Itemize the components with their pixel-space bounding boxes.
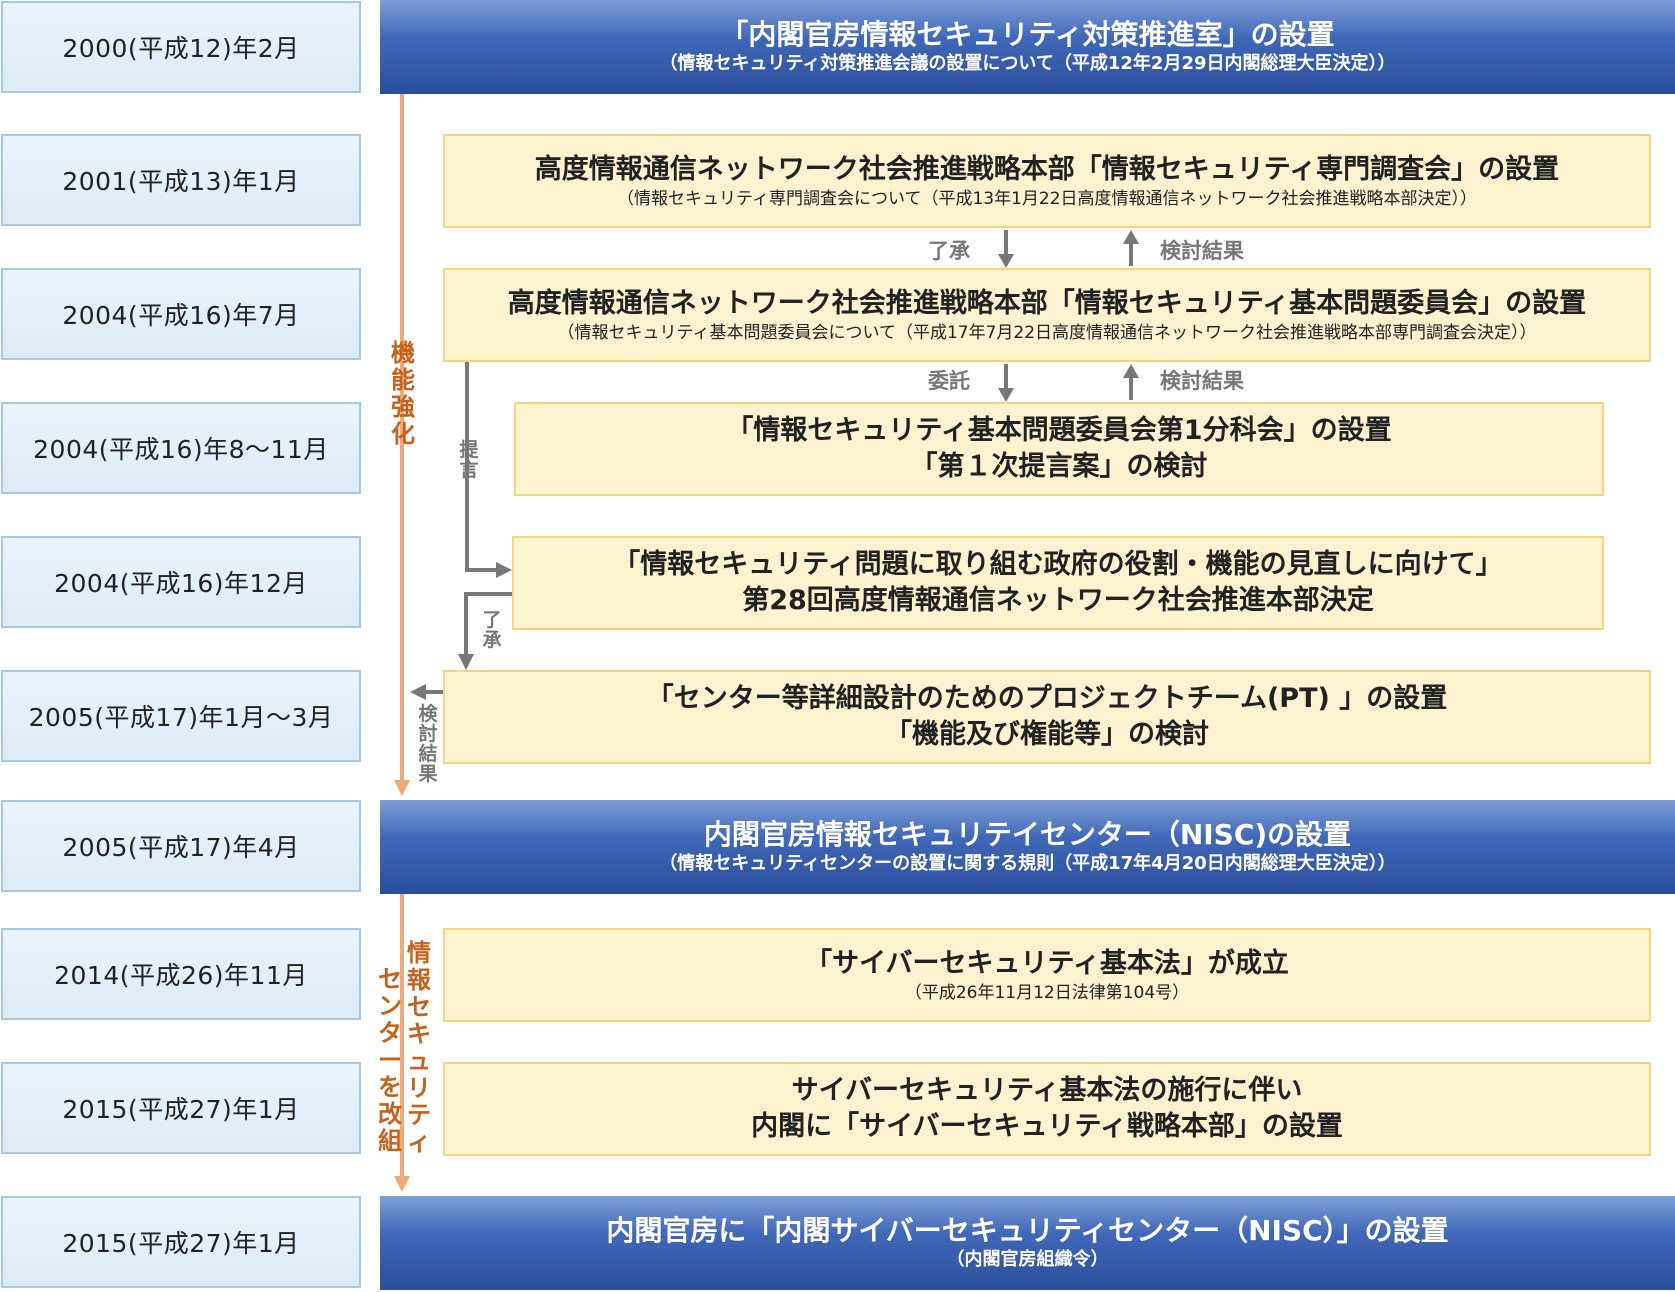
arrowhead-ryosho2: [458, 654, 474, 670]
timeline-arrowhead-lower: [394, 1176, 410, 1192]
arrowhead-kento2-up: [1123, 364, 1139, 378]
label-teigen: 提言: [459, 439, 479, 481]
label-ryosho-1: 了承: [928, 239, 970, 263]
label-center-kaiso-col2: センターを改組: [378, 965, 402, 1155]
label-center-kaiso-col1: 情報セキュリティ: [407, 939, 431, 1156]
arrowhead-kento3-left: [410, 684, 426, 700]
label-itaku: 委託: [928, 369, 970, 393]
label-kento-3: 検討結果: [418, 703, 438, 785]
label-ryosho-2: 了承: [482, 609, 502, 651]
arrowhead-teigen: [496, 562, 512, 578]
label-kento-1: 検討結果: [1160, 239, 1244, 263]
label-kinou-kyoka: 機能強化: [391, 339, 415, 448]
connector-overlay: [394, 94, 1139, 1192]
label-kento-2: 検討結果: [1160, 369, 1244, 393]
timeline-arrowhead-upper: [394, 780, 410, 796]
arrowhead-kento-up: [1123, 230, 1139, 244]
arrowhead-ryosho-down: [998, 254, 1014, 268]
arrowhead-itaku-down: [998, 388, 1014, 402]
